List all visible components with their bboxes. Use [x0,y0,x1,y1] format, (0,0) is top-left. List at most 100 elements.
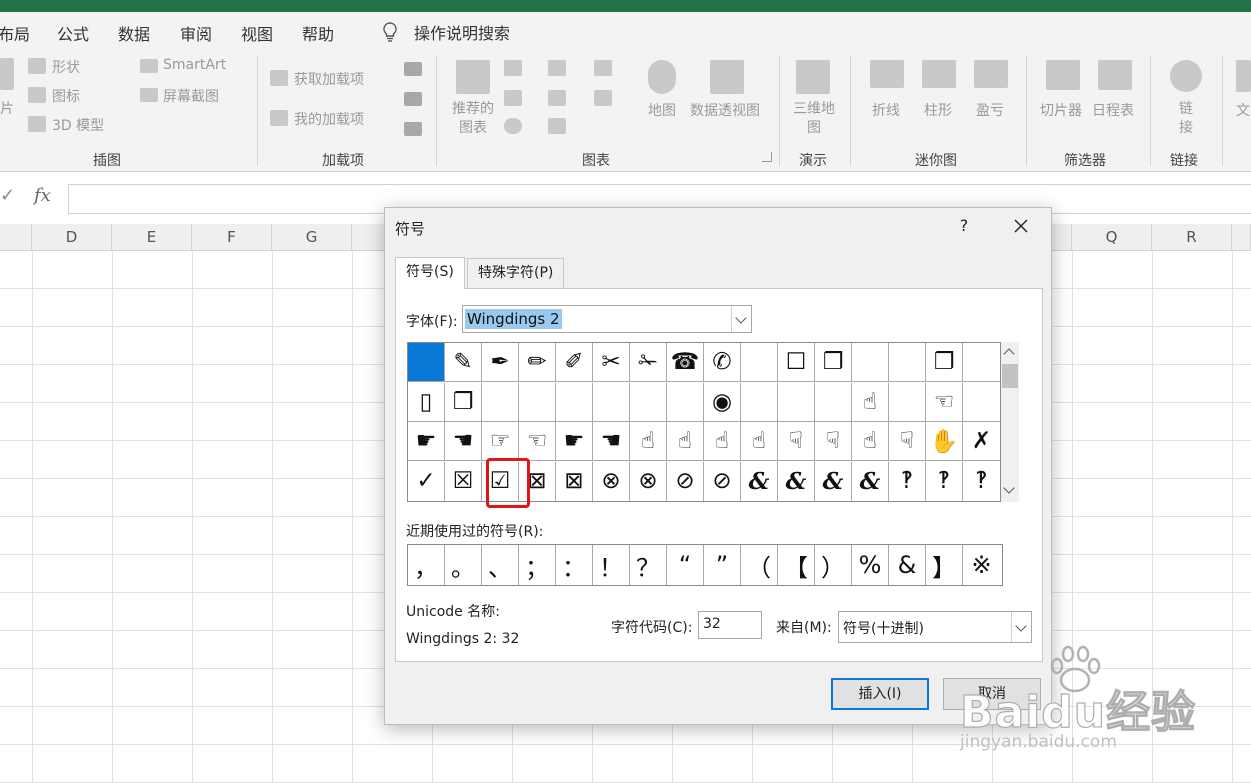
pivot-chart-button[interactable]: 数据透视图 [690,100,760,120]
scatter-chart-icon[interactable] [548,118,566,134]
recent-symbol-cell[interactable]: ， [408,545,445,585]
symbol-cell[interactable]: ☝ [852,382,889,422]
link-button[interactable]: 链 接 [1170,100,1202,138]
map-chart-button[interactable]: 地图 [648,100,676,120]
column-header-partial[interactable] [1232,224,1251,251]
symbol-cell[interactable]: ☞ [482,422,519,461]
recent-symbol-cell[interactable]: ： [556,545,593,585]
symbol-cell[interactable] [963,343,1000,382]
tab-review[interactable]: 审阅 [180,21,212,45]
column-header-e[interactable]: E [112,224,192,251]
symbol-cell[interactable]: ✗ [963,422,1000,461]
tab-view[interactable]: 视图 [241,21,273,45]
scroll-down-icon[interactable] [1003,482,1015,494]
symbol-cell[interactable]: & [852,461,889,501]
statistic-chart-icon[interactable] [504,90,522,106]
symbol-cell[interactable]: ☚ [593,422,630,461]
recommended-charts-button[interactable]: 推荐的 图表 [446,100,500,138]
column-chart-icon[interactable] [504,60,522,76]
cancel-button[interactable]: 取消 [943,678,1041,710]
recent-symbol-cell[interactable]: （ [741,545,778,585]
column-header-g[interactable]: G [272,224,352,251]
recent-symbol-cell[interactable]: ” [704,545,741,585]
recent-symbol-cell[interactable]: 】 [926,545,963,585]
pie-chart-icon[interactable] [504,118,522,134]
symbol-cell[interactable]: ✂ [593,343,630,382]
recent-symbol-cell[interactable]: ※ [963,545,1000,585]
line-chart-icon[interactable] [548,60,566,76]
symbol-cell[interactable]: ☑ [482,461,519,501]
symbol-cell[interactable] [519,382,556,422]
symbol-cell[interactable]: ✓ [408,461,445,501]
symbol-cell[interactable]: ☝ [741,422,778,461]
my-addins-button[interactable]: 我的加载项 [294,109,364,129]
symbol-cell[interactable]: ✁ [630,343,667,382]
chevron-down-icon[interactable] [731,306,751,332]
symbol-cell[interactable] [889,343,926,382]
close-icon[interactable] [1011,216,1031,236]
from-select[interactable]: 符号(十进制) [838,611,1032,643]
sparkline-line-button[interactable]: 折线 [872,100,900,120]
recent-symbol-cell[interactable]: & [889,545,926,585]
tab-help[interactable]: 帮助 [302,21,334,45]
chevron-down-icon[interactable] [1011,612,1031,642]
recent-symbol-cell[interactable]: 。 [445,545,482,585]
symbol-cell[interactable]: ☒ [445,461,482,501]
symbol-cell[interactable]: ⊠ [556,461,593,501]
tab-symbols[interactable]: 符号(S) [395,257,465,289]
font-select[interactable]: Wingdings 2 [462,305,752,333]
recent-symbol-cell[interactable]: ？ [630,545,667,585]
column-header-q[interactable]: Q [1072,224,1152,251]
recent-symbol-cell[interactable]: 、 [482,545,519,585]
symbol-cell[interactable]: ☜ [519,422,556,461]
symbol-cell[interactable]: ‽ [926,461,963,501]
recent-symbols-row[interactable]: ，。、；：！？ “” （【）% &】 ※ [407,544,1003,586]
symbol-cell[interactable]: & [778,461,815,501]
symbol-grid-scrollbar[interactable] [1001,342,1019,502]
symbol-cell[interactable]: ❐ [815,343,852,382]
symbol-cell[interactable]: ✆ [704,343,741,382]
symbol-cell[interactable]: ⊗ [593,461,630,501]
scroll-thumb[interactable] [1002,364,1018,388]
recent-symbol-cell[interactable]: % [852,545,889,585]
recent-symbol-cell[interactable]: 【 [778,545,815,585]
symbol-cell[interactable]: ⊠ [519,461,556,501]
sparkline-column-button[interactable]: 柱形 [924,100,952,120]
symbol-cell[interactable]: ☝ [852,422,889,461]
sparkline-winloss-button[interactable]: 盈亏 [976,100,1004,120]
column-header-d[interactable]: D [32,224,112,251]
symbol-cell[interactable]: ☟ [815,422,852,461]
get-addins-button[interactable]: 获取加载项 [294,69,364,89]
symbol-cell[interactable]: ‽ [889,461,926,501]
smartart-button[interactable]: SmartArt [163,57,226,73]
symbol-cell[interactable]: ✏ [519,343,556,382]
symbol-cell[interactable]: ☛ [408,422,445,461]
3d-models-button[interactable]: 3D 模型 [52,115,104,135]
symbol-cell[interactable]: ◉ [704,382,741,422]
confirm-check-icon[interactable]: ✓ [0,185,15,206]
symbol-cell[interactable]: ⊘ [667,461,704,501]
symbol-cell[interactable]: ❐ [445,382,482,422]
symbol-cell[interactable] [408,343,445,382]
symbol-cell[interactable]: ☐ [778,343,815,382]
character-code-input[interactable]: 32 [698,611,762,639]
symbol-cell[interactable] [889,382,926,422]
symbol-cell[interactable]: ⊘ [704,461,741,501]
symbol-cell[interactable]: ☟ [778,422,815,461]
text-button[interactable]: 文 [1236,100,1250,120]
recent-symbol-cell[interactable]: ） [815,545,852,585]
column-header-partial[interactable] [0,224,32,251]
symbol-cell[interactable] [630,382,667,422]
timeline-button[interactable]: 日程表 [1092,100,1134,120]
symbol-cell[interactable]: ✒ [482,343,519,382]
symbol-cell[interactable]: ☚ [445,422,482,461]
shapes-button[interactable]: 形状 [52,57,80,77]
symbol-cell[interactable] [852,343,889,382]
slicer-button[interactable]: 切片器 [1040,100,1082,120]
insert-function-icon[interactable]: fx [34,185,51,206]
tab-special-characters[interactable]: 特殊字符(P) [467,258,565,288]
symbol-cell[interactable]: & [741,461,778,501]
symbol-cell[interactable]: ✐ [556,343,593,382]
dialog-launcher-icon[interactable] [762,152,772,162]
symbol-cell[interactable] [741,382,778,422]
